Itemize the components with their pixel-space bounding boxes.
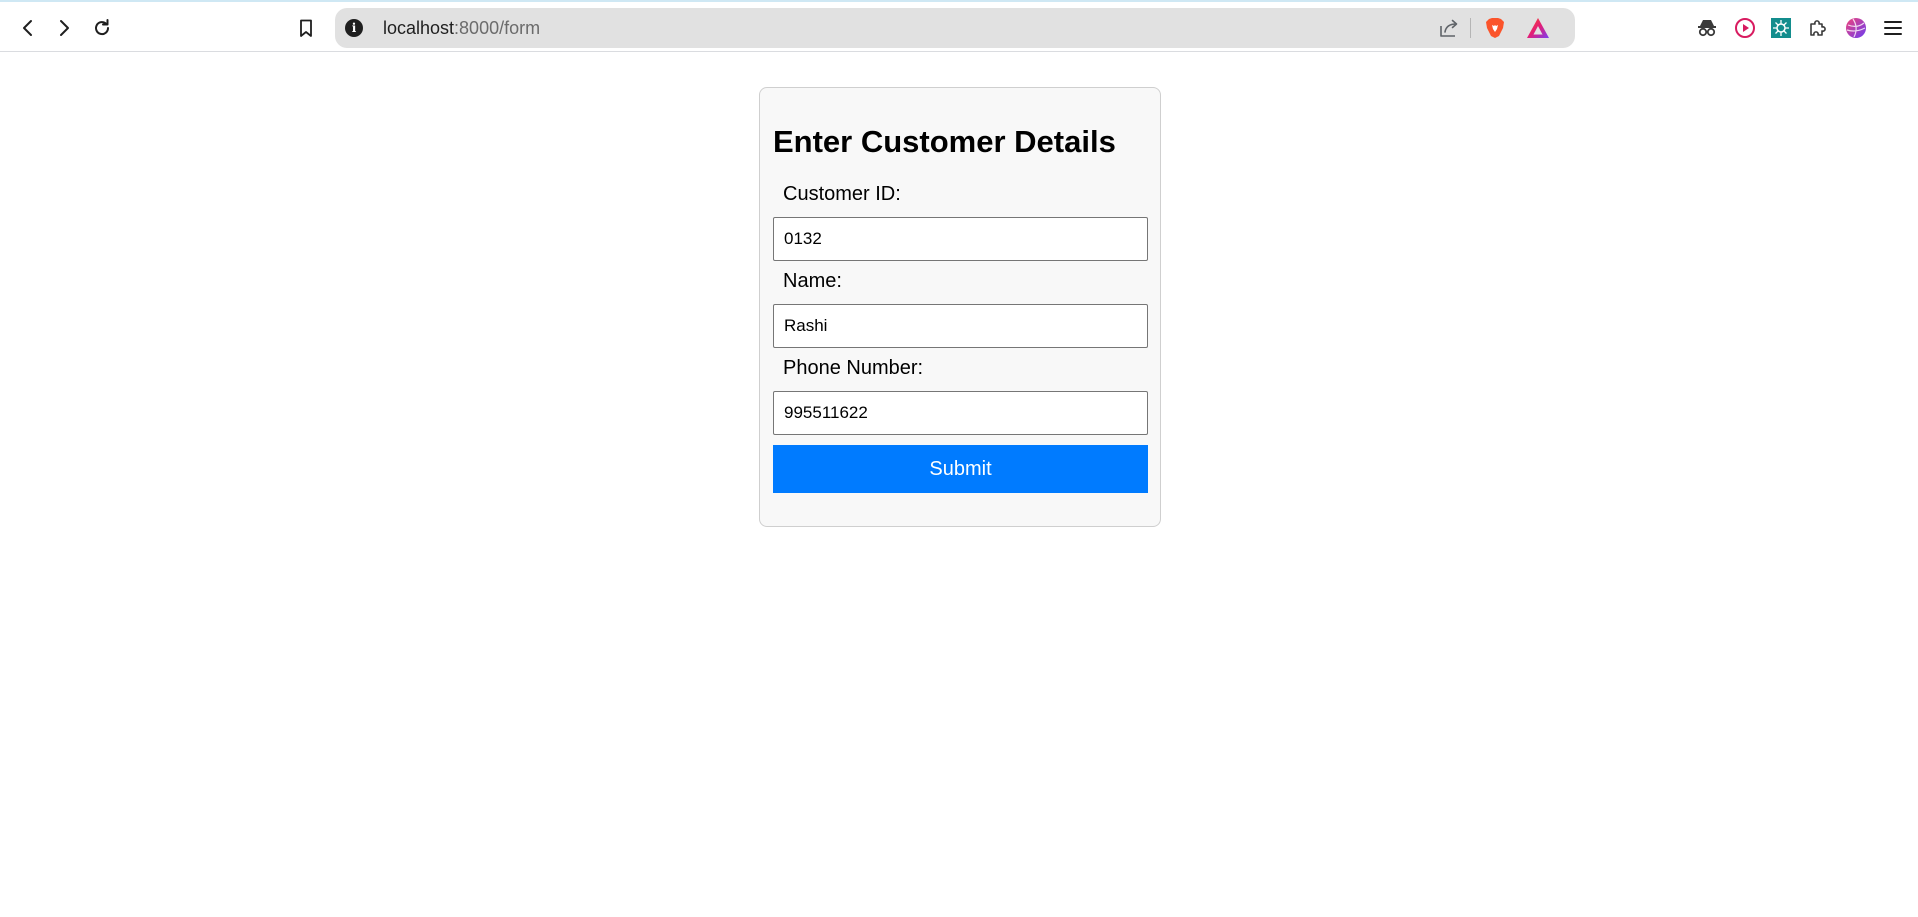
chevron-left-icon xyxy=(23,20,32,36)
browser-menu-button[interactable] xyxy=(1881,16,1905,40)
browser-toolbar: i localhost:8000/form xyxy=(0,0,1918,52)
phone-number-label: Phone Number: xyxy=(783,357,924,379)
address-bar[interactable]: i localhost:8000/form xyxy=(335,8,1575,48)
spy-mask-icon xyxy=(1698,20,1716,37)
spy-mask-extension[interactable] xyxy=(1695,16,1719,40)
globe-ball-icon xyxy=(1846,18,1866,38)
triangle-icon[interactable] xyxy=(1526,17,1550,39)
address-bar-divider xyxy=(1470,18,1471,38)
back-button[interactable] xyxy=(12,12,44,44)
gear-teal-icon xyxy=(1771,18,1791,38)
reload-icon xyxy=(95,19,110,36)
teal-extension[interactable] xyxy=(1769,16,1793,40)
submit-button[interactable]: Submit xyxy=(773,445,1148,493)
profile-button[interactable] xyxy=(1844,16,1868,40)
url-path: :8000/form xyxy=(454,18,541,38)
customer-id-input[interactable] xyxy=(773,217,1148,261)
reload-button[interactable] xyxy=(86,12,118,44)
customer-details-form: Enter Customer Details Customer ID: Name… xyxy=(759,87,1161,527)
form-title: Enter Customer Details xyxy=(773,124,1116,159)
chevron-right-icon xyxy=(60,20,69,36)
name-input[interactable] xyxy=(773,304,1148,348)
info-icon[interactable]: i xyxy=(345,19,363,37)
hamburger-menu-icon xyxy=(1884,21,1902,35)
forward-button[interactable] xyxy=(48,12,80,44)
extensions-button[interactable] xyxy=(1806,16,1830,40)
play-circle-icon xyxy=(1735,18,1755,38)
url-host: localhost xyxy=(383,18,455,38)
puzzle-piece-icon xyxy=(1810,20,1826,36)
customer-id-label: Customer ID: xyxy=(783,183,901,205)
url-text[interactable]: localhost:8000/form xyxy=(383,18,540,38)
share-icon[interactable] xyxy=(1438,17,1460,39)
name-label: Name: xyxy=(783,270,842,292)
bookmark-icon xyxy=(300,19,312,37)
brave-lion-icon[interactable] xyxy=(1483,16,1507,40)
phone-number-input[interactable] xyxy=(773,391,1148,435)
media-extension[interactable] xyxy=(1733,16,1757,40)
bookmark-button[interactable] xyxy=(290,12,322,44)
